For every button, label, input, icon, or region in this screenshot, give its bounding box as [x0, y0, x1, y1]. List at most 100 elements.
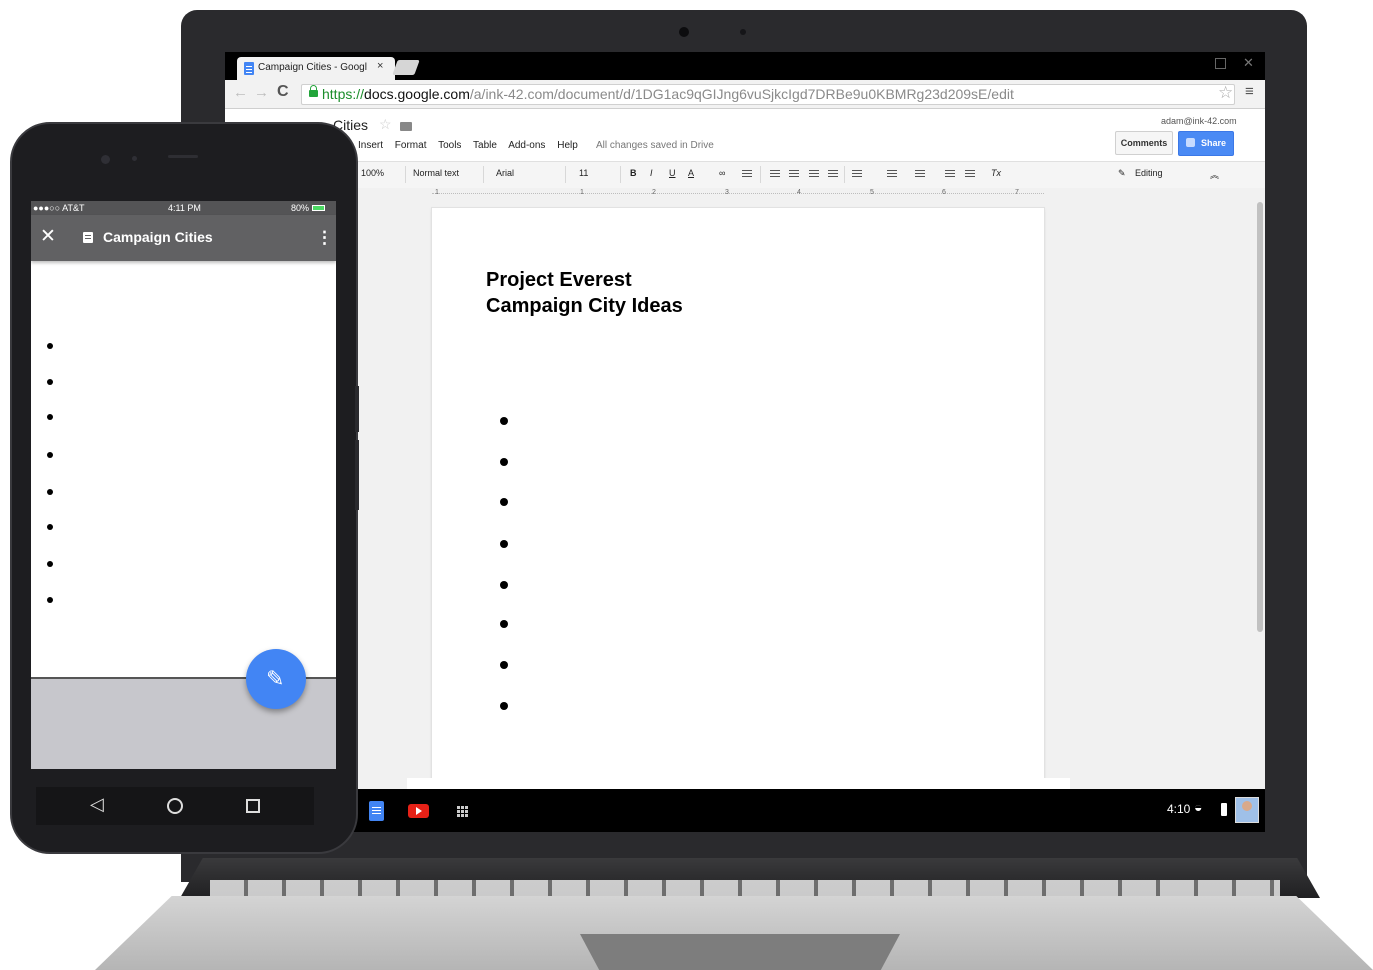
address-bar[interactable]: https://docs.google.com/a/ink-42.com/doc…: [301, 84, 1235, 105]
pencil-icon: ✎: [1118, 168, 1126, 178]
status-bar: ●●●○○ AT&T 4:11 PM 80%: [31, 201, 336, 215]
os-shelf: 4:10 ◒: [225, 789, 1265, 832]
font-select[interactable]: Arial: [496, 168, 514, 178]
align-justify-icon[interactable]: [828, 170, 838, 171]
document-heading-line1: Project Everest: [486, 269, 632, 291]
underline-button[interactable]: U: [669, 168, 676, 178]
decrease-indent-icon[interactable]: [945, 170, 955, 171]
carrier-label: ●●●○○ AT&T: [33, 203, 85, 213]
youtube-icon[interactable]: [408, 804, 429, 818]
phone-nav-bar: ◁: [36, 787, 314, 825]
url-domain: docs.google.com: [364, 86, 470, 102]
comments-button[interactable]: Comments: [1115, 131, 1173, 155]
toolbar-divider: [760, 166, 761, 183]
phone-sensor: [132, 156, 137, 161]
ruler-mark: 4: [797, 189, 801, 196]
status-time: 4:11 PM: [168, 203, 201, 213]
align-right-icon[interactable]: [809, 170, 819, 171]
docs-header: Cities ☆ Insert Format Tools Table Add-o…: [225, 109, 1265, 161]
line-spacing-icon[interactable]: [852, 170, 862, 171]
url-text: https://docs.google.com/a/ink-42.com/doc…: [322, 86, 1014, 102]
back-icon[interactable]: ←: [233, 84, 248, 101]
scrollbar-thumb[interactable]: [1257, 202, 1263, 632]
menu-help[interactable]: Help: [557, 140, 578, 151]
collapse-icon[interactable]: ︽: [1210, 168, 1219, 181]
more-vert-icon[interactable]: ⋮: [316, 228, 333, 248]
share-button[interactable]: Share: [1178, 131, 1234, 156]
star-icon[interactable]: ☆: [1218, 83, 1233, 103]
menu-insert[interactable]: Insert: [358, 140, 383, 151]
app-bar: ✕ Campaign Cities ⋮: [31, 215, 336, 261]
document-heading-line2: Campaign City Ideas: [486, 295, 683, 317]
share-icon: [1186, 138, 1195, 147]
numbered-list-icon[interactable]: [887, 170, 897, 171]
ruler-mark: 6: [942, 189, 946, 196]
avatar[interactable]: [1235, 797, 1259, 823]
menu-table[interactable]: Table: [473, 140, 497, 151]
document-page[interactable]: Project Everest Campaign City Ideas: [432, 208, 1044, 788]
font-size-select[interactable]: 11: [579, 168, 588, 178]
tab-title: Campaign Cities - Googl: [258, 62, 367, 73]
share-label: Share: [1201, 138, 1227, 148]
shelf-clock[interactable]: 4:10: [1167, 802, 1190, 816]
ruler-mark: 2: [652, 189, 656, 196]
align-left-icon[interactable]: [770, 170, 780, 171]
nav-home-icon[interactable]: [167, 798, 183, 814]
folder-icon[interactable]: [400, 122, 412, 131]
menu-format[interactable]: Format: [395, 140, 427, 151]
forward-icon[interactable]: →: [254, 84, 269, 101]
nav-recents-icon[interactable]: [246, 799, 260, 813]
link-icon[interactable]: ∞: [719, 168, 725, 178]
docs-app-icon[interactable]: [369, 801, 384, 821]
phone-camera: [101, 155, 110, 164]
toolbar-divider: [620, 166, 621, 183]
maximize-icon[interactable]: [1215, 58, 1226, 69]
account-email[interactable]: adam@ink-42.com: [1161, 116, 1237, 126]
save-status: All changes saved in Drive: [596, 140, 714, 151]
pencil-icon: ✎: [266, 666, 285, 691]
reload-icon[interactable]: C: [277, 83, 289, 101]
close-icon[interactable]: ×: [377, 60, 383, 72]
battery-icon: [312, 205, 325, 211]
toolbar-divider: [844, 166, 845, 183]
bulleted-list-icon[interactable]: [915, 170, 925, 171]
star-icon[interactable]: ☆: [379, 116, 392, 133]
phone-bullet: [47, 597, 53, 603]
tab-strip: Campaign Cities - Googl × ✕: [225, 52, 1265, 80]
menu-icon[interactable]: ≡: [1245, 83, 1254, 100]
edit-fab-button[interactable]: ✎: [246, 649, 306, 709]
ruler-mark: 5: [870, 189, 874, 196]
laptop-keyboard-edge: [210, 880, 1280, 898]
clear-formatting-button[interactable]: Tx: [991, 168, 1001, 178]
phone-doc-title: Campaign Cities: [103, 229, 213, 245]
phone-bullet: [47, 561, 53, 567]
phone-bullet: [47, 379, 53, 385]
apps-icon[interactable]: [457, 806, 460, 809]
zoom-select[interactable]: 100%: [361, 168, 384, 178]
text-color-button[interactable]: A: [688, 168, 694, 178]
bold-button[interactable]: B: [630, 168, 637, 178]
editing-mode-select[interactable]: Editing: [1135, 168, 1163, 178]
browser-tab[interactable]: Campaign Cities - Googl ×: [237, 57, 395, 80]
menu-tools[interactable]: Tools: [438, 140, 461, 151]
new-tab-button[interactable]: [392, 60, 420, 75]
menu-bar: Insert Format Tools Table Add-ons Help: [358, 140, 587, 151]
battery-percent: 80%: [291, 203, 310, 213]
comment-icon[interactable]: [742, 170, 752, 171]
toolbar-divider: [565, 166, 566, 183]
browser-toolbar: ← → C https://docs.google.com/a/ink-42.c…: [225, 80, 1265, 109]
laptop-sensor: [740, 29, 746, 35]
increase-indent-icon[interactable]: [965, 170, 975, 171]
align-center-icon[interactable]: [789, 170, 799, 171]
menu-add-ons[interactable]: Add-ons: [508, 140, 545, 151]
phone-bullet: [47, 343, 53, 349]
window-close-icon[interactable]: ✕: [1243, 55, 1254, 71]
phone-bullet: [47, 489, 53, 495]
phone-speaker: [168, 155, 198, 158]
nav-back-icon[interactable]: ◁: [90, 794, 104, 815]
style-select[interactable]: Normal text: [413, 168, 459, 178]
phone-bullet: [47, 414, 53, 420]
phone-screen: ●●●○○ AT&T 4:11 PM 80% ✕ Campaign Cities…: [31, 201, 336, 769]
close-icon[interactable]: ✕: [40, 225, 56, 248]
italic-button[interactable]: I: [650, 168, 653, 178]
